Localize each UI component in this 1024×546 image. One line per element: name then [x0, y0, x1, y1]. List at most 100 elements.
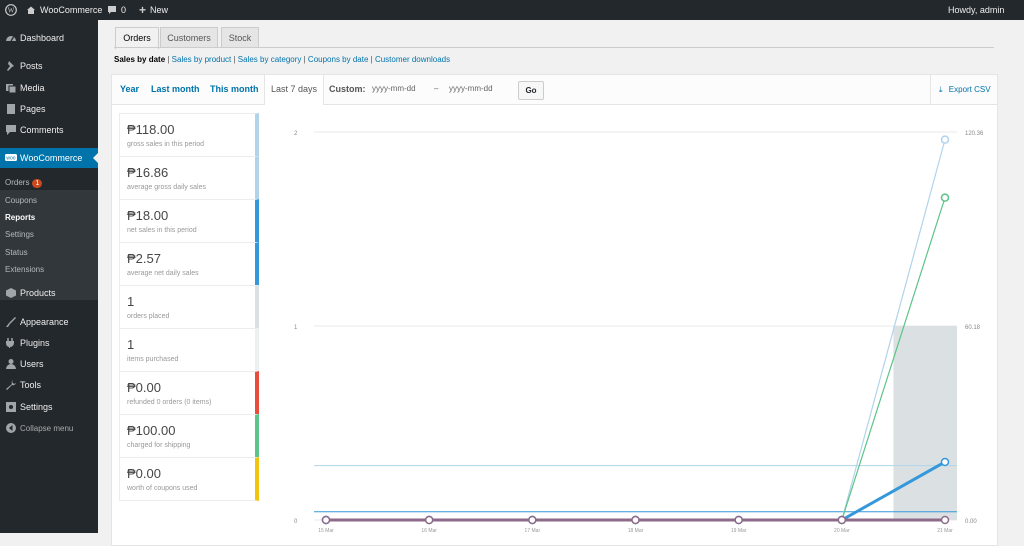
submenu-item-orders[interactable]: Orders 1	[5, 178, 43, 188]
legend-value: ₱100.00	[127, 423, 176, 438]
legend-value: ₱0.00	[127, 380, 161, 395]
admin-bar: W WooCommerce 0 + New Howdy, admin	[0, 0, 1024, 20]
my-account-link[interactable]: Howdy, admin	[948, 0, 1004, 20]
range-last-7-days[interactable]: Last 7 days	[264, 75, 325, 105]
legend-item-orders-placed[interactable]: 1 orders placed	[119, 285, 259, 329]
submenu-item-reports[interactable]: Reports	[5, 213, 35, 222]
legend-item-gross-sales[interactable]: ₱118.00 gross sales in this period	[119, 113, 259, 157]
comments-link[interactable]: 0	[107, 0, 126, 20]
legend-value: ₱16.86	[127, 165, 169, 180]
plugin-icon	[5, 338, 14, 348]
data-point	[734, 515, 743, 525]
sidebar-item-products[interactable]: Products	[0, 283, 98, 303]
collapse-menu-button[interactable]: Collapse menu	[0, 418, 98, 438]
download-arrow-icon: ⤓	[939, 85, 943, 94]
legend-label: gross sales in this period	[127, 141, 205, 148]
legend-value: ₱118.00	[127, 122, 175, 137]
new-label: New	[150, 5, 169, 15]
sidebar-item-woocommerce[interactable]: woo WooCommerce	[0, 148, 98, 168]
admin-sidebar: Dashboard Posts Media Pages Comments woo…	[0, 20, 98, 533]
sidebar-item-appearance[interactable]: Appearance	[0, 312, 98, 332]
legend-item-net-sales[interactable]: ₱18.00 net sales in this period	[119, 199, 259, 243]
sidebar-item-posts[interactable]: Posts	[0, 56, 98, 76]
tab-customers[interactable]: Customers	[160, 27, 218, 48]
export-csv-label: Export CSV	[948, 85, 991, 94]
range-this-month[interactable]: This month	[210, 75, 259, 104]
date-range-bar: Year Last month This month Last 7 days C…	[112, 75, 997, 105]
sidebar-item-tools[interactable]: Tools	[0, 375, 98, 395]
sidebar-item-users[interactable]: Users	[0, 354, 98, 374]
sidebar-item-dashboard[interactable]: Dashboard	[0, 28, 98, 48]
user-icon	[6, 359, 16, 369]
sidebar-item-settings[interactable]: Settings	[0, 397, 98, 417]
legend-label: average gross daily sales	[127, 184, 206, 191]
sidebar-item-media[interactable]: Media	[0, 78, 98, 98]
data-point	[321, 515, 331, 525]
custom-range-label: Custom:	[329, 84, 366, 94]
export-csv-button[interactable]: ⤓ Export CSV	[930, 75, 998, 104]
new-content-link[interactable]: + New	[139, 0, 168, 20]
product-icon	[6, 288, 16, 298]
subnav-sales-by-product[interactable]: Sales by product	[172, 55, 232, 64]
page-icon	[7, 104, 15, 114]
sidebar-item-label: Users	[20, 359, 44, 369]
tab-divider	[114, 47, 994, 48]
go-button[interactable]: Go	[518, 81, 544, 100]
data-point	[940, 193, 950, 202]
howdy-text: Howdy, admin	[948, 5, 1005, 15]
media-icon	[6, 84, 17, 94]
subnav-customer-downloads[interactable]: Customer downloads	[375, 55, 450, 64]
end-date-input[interactable]: yyyy-mm-dd	[449, 84, 493, 93]
legend-item-avg-net-sales[interactable]: ₱2.57 average net daily sales	[119, 242, 259, 286]
settings-icon	[6, 402, 16, 412]
site-name: WooCommerce	[40, 5, 103, 15]
subnav-sales-by-category[interactable]: Sales by category	[238, 55, 302, 64]
legend-label: net sales in this period	[127, 227, 197, 234]
sidebar-item-pages[interactable]: Pages	[0, 99, 98, 119]
data-point	[940, 135, 950, 144]
submenu-item-coupons[interactable]: Coupons	[5, 196, 37, 205]
sidebar-item-comments[interactable]: Comments	[0, 120, 98, 140]
tab-stock[interactable]: Stock	[221, 27, 259, 48]
submenu-item-settings[interactable]: Settings	[5, 230, 34, 239]
collapse-menu-label: Collapse menu	[20, 423, 74, 433]
legend-item-refunds[interactable]: ₱0.00 refunded 0 orders (0 items)	[119, 371, 259, 415]
legend-item-avg-gross-sales[interactable]: ₱16.86 average gross daily sales	[119, 156, 259, 200]
home-icon	[27, 6, 35, 14]
svg-text:W: W	[8, 7, 15, 15]
series-line	[326, 197, 946, 521]
sidebar-item-label: Posts	[20, 61, 43, 71]
submenu-item-status[interactable]: Status	[5, 248, 28, 257]
range-last-month[interactable]: Last month	[151, 75, 200, 104]
wordpress-logo-icon[interactable]: W	[5, 0, 17, 20]
start-date-input[interactable]: yyyy-mm-dd	[372, 84, 416, 93]
subnav-coupons-by-date[interactable]: Coupons by date	[308, 55, 369, 64]
subnav-sales-by-date[interactable]: Sales by date	[114, 55, 165, 64]
brush-icon	[6, 317, 16, 327]
site-name-link[interactable]: WooCommerce	[26, 0, 102, 20]
legend-label: average net daily sales	[127, 270, 199, 277]
comment-bubble-icon	[108, 6, 116, 14]
x-tick-label: 17 Mar	[525, 528, 541, 534]
legend-label: charged for shipping	[127, 442, 191, 449]
sidebar-item-label: Pages	[20, 104, 46, 114]
legend-item-items-purchased[interactable]: 1 items purchased	[119, 328, 259, 372]
data-point	[837, 515, 847, 525]
x-tick-label: 21 Mar	[937, 528, 953, 534]
legend-item-shipping[interactable]: ₱100.00 charged for shipping	[119, 414, 259, 458]
sidebar-item-plugins[interactable]: Plugins	[0, 333, 98, 353]
y-tick-label-right: 120.36	[965, 131, 984, 137]
sidebar-item-label: Tools	[20, 380, 42, 390]
report-subnav: Sales by date | Sales by product | Sales…	[114, 55, 451, 64]
x-tick-label: 20 Mar	[834, 528, 850, 534]
bar-orders-placed	[893, 326, 957, 520]
data-point	[940, 457, 950, 467]
legend-label: items purchased	[127, 356, 179, 363]
comment-icon	[6, 125, 16, 135]
submenu-item-extensions[interactable]: Extensions	[5, 265, 44, 274]
main-content: Orders Customers Stock Sales by date | S…	[98, 20, 1024, 546]
range-year[interactable]: Year	[120, 75, 139, 104]
submenu-label: Orders	[5, 178, 30, 187]
tab-orders[interactable]: Orders	[115, 27, 159, 49]
legend-item-coupons[interactable]: ₱0.00 worth of coupons used	[119, 457, 259, 501]
